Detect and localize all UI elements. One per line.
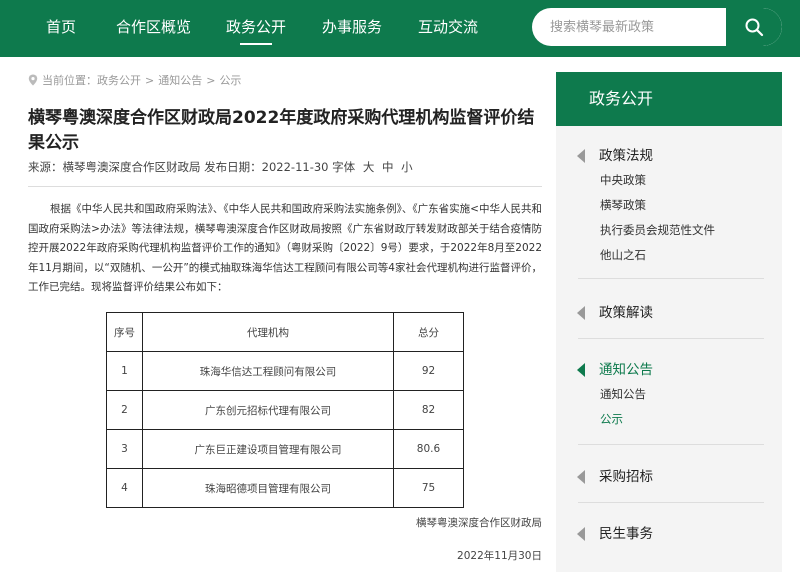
sidebar-group-title-notices[interactable]: 通知公告: [556, 358, 782, 382]
sidebar-item-other-mountains[interactable]: 他山之石: [556, 243, 782, 268]
table-cell-score: 82: [393, 390, 464, 430]
triangle-left-icon: [577, 470, 585, 484]
table-row: 1 珠海华信达工程顾问有限公司 92: [106, 351, 464, 391]
table-cell-score: 75: [393, 468, 464, 508]
breadcrumb-item-gov-affairs[interactable]: 政务公开: [97, 72, 141, 88]
sidebar-divider: [578, 338, 764, 339]
sidebar-group-policies: 政策法规 中央政策 横琴政策 执行委员会规范性文件 他山之石: [556, 144, 782, 268]
table-header-agency: 代理机构: [142, 312, 394, 352]
table-cell-agency: 广东创元招标代理有限公司: [142, 390, 394, 430]
sidebar-group-label: 民生事务: [599, 526, 653, 542]
date-label: 发布日期：: [204, 160, 262, 174]
sidebar-group-label: 采购招标: [599, 469, 653, 485]
table-cell-score: 92: [393, 351, 464, 391]
sidebar-group-label: 通知公告: [599, 362, 653, 378]
table-cell-index: 3: [106, 429, 143, 469]
font-size-large-button[interactable]: 大: [363, 160, 375, 174]
sidebar-divider: [578, 502, 764, 503]
source-value: 横琴粤澳深度合作区财政局: [62, 160, 201, 174]
nav-item-overview[interactable]: 合作区概览: [116, 16, 191, 37]
source-label: 来源：: [28, 160, 63, 174]
table-cell-agency: 广东巨正建设项目管理有限公司: [142, 429, 394, 469]
sign-date: 2022年11月30日: [457, 550, 542, 562]
font-size-label: 字体: [332, 160, 356, 174]
sidebar-item-notices[interactable]: 通知公告: [556, 382, 782, 407]
sidebar-divider: [578, 444, 764, 445]
breadcrumb-item-publicity[interactable]: 公示: [219, 72, 241, 88]
article-meta: 来源：横琴粤澳深度合作区财政局 发布日期：2022-11-30 字体 大 中 小: [28, 159, 413, 175]
sidebar-group-livelihood: 民生事务: [556, 522, 782, 546]
table-row: 3 广东巨正建设项目管理有限公司 80.6: [106, 429, 464, 469]
table-cell-agency: 珠海华信达工程顾问有限公司: [142, 351, 394, 391]
publish-date: 2022-11-30: [261, 160, 329, 174]
sidebar-group-title-livelihood[interactable]: 民生事务: [556, 522, 782, 546]
sidebar-group-title-procurement[interactable]: 采购招标: [556, 465, 782, 489]
divider: [28, 186, 542, 187]
table-cell-agency: 珠海昭德项目管理有限公司: [142, 468, 394, 508]
sidebar: 政务公开 政策法规 中央政策 横琴政策 执行委员会规范性文件 他山之石 政策解读…: [556, 72, 782, 572]
triangle-left-icon: [577, 363, 585, 377]
nav-item-home[interactable]: 首页: [46, 16, 76, 37]
table-row: 2 广东创元招标代理有限公司 82: [106, 390, 464, 430]
evaluation-table: 序号 代理机构 总分 1 珠海华信达工程顾问有限公司 92 2 广东创元招标代理…: [106, 312, 464, 508]
table-cell-index: 2: [106, 390, 143, 430]
nav-item-services[interactable]: 办事服务: [322, 16, 382, 37]
top-nav: 首页 合作区概览 政务公开 办事服务 互动交流: [0, 0, 800, 57]
location-pin-icon: [28, 74, 38, 86]
nav-item-gov-affairs[interactable]: 政务公开: [226, 16, 286, 45]
sidebar-group-notices: 通知公告 通知公告 公示: [556, 358, 782, 432]
search-box: [532, 8, 782, 46]
sidebar-divider: [578, 278, 764, 279]
font-size-medium-button[interactable]: 中: [382, 160, 394, 174]
sidebar-group-procurement: 采购招标: [556, 465, 782, 489]
breadcrumb-separator: >: [206, 73, 216, 87]
signature: 横琴粤澳深度合作区财政局: [416, 517, 542, 529]
breadcrumb: 当前位置： 政务公开 > 通知公告 > 公示: [28, 72, 241, 88]
sidebar-group-title-interpretation[interactable]: 政策解读: [556, 301, 782, 325]
triangle-left-icon: [577, 527, 585, 541]
breadcrumb-separator: >: [145, 73, 155, 87]
search-button[interactable]: [724, 8, 782, 46]
sidebar-item-publicity[interactable]: 公示: [556, 407, 782, 432]
sidebar-group-label: 政策法规: [599, 148, 653, 164]
font-size-small-button[interactable]: 小: [401, 160, 413, 174]
breadcrumb-item-notices[interactable]: 通知公告: [158, 72, 202, 88]
triangle-left-icon: [577, 149, 585, 163]
search-input[interactable]: [532, 8, 728, 46]
sidebar-group-label: 政策解读: [599, 305, 653, 321]
table-header-index: 序号: [106, 312, 143, 352]
nav-item-interaction[interactable]: 互动交流: [418, 16, 478, 37]
sidebar-group-title-policies[interactable]: 政策法规: [556, 144, 782, 168]
table-row: 4 珠海昭德项目管理有限公司 75: [106, 468, 464, 508]
sidebar-item-executive-docs[interactable]: 执行委员会规范性文件: [556, 218, 782, 243]
table-header-score: 总分: [393, 312, 464, 352]
sidebar-title: 政务公开: [556, 72, 782, 126]
article-title: 横琴粤澳深度合作区财政局2022年度政府采购代理机构监督评价结果公示: [28, 108, 535, 153]
breadcrumb-prefix: 当前位置：: [42, 74, 97, 87]
article-body: 根据《中华人民共和国政府采购法》、《中华人民共和国政府采购法实施条例》、《广东省…: [28, 203, 542, 294]
sidebar-item-central-policy[interactable]: 中央政策: [556, 168, 782, 193]
table-header-row: 序号 代理机构 总分: [106, 312, 464, 352]
sidebar-item-hengqin-policy[interactable]: 横琴政策: [556, 193, 782, 218]
sidebar-group-interpretation: 政策解读: [556, 301, 782, 325]
search-icon: [745, 18, 764, 37]
table-cell-score: 80.6: [393, 429, 464, 469]
triangle-left-icon: [577, 306, 585, 320]
table-cell-index: 4: [106, 468, 143, 508]
table-cell-index: 1: [106, 351, 143, 391]
